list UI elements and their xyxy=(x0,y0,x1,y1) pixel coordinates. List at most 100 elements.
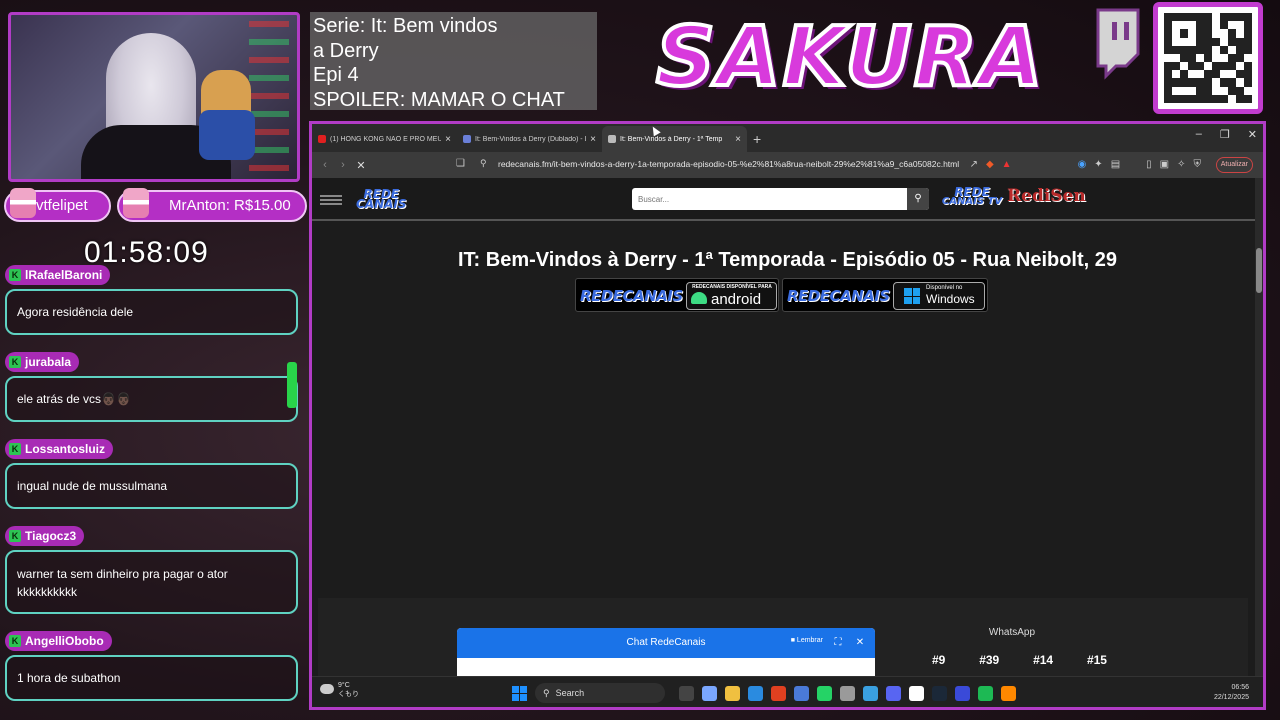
search-input[interactable] xyxy=(632,188,905,210)
wallet-icon[interactable]: ▣ xyxy=(1160,159,1169,170)
start-icon[interactable] xyxy=(512,685,527,701)
chat-username: K lRafaelBaroni xyxy=(5,265,111,285)
expand-icon[interactable]: ⛶ xyxy=(831,636,845,650)
taskbar-app-icon[interactable] xyxy=(725,685,740,701)
windows-icon xyxy=(904,288,920,304)
whatsapp-label[interactable]: WhatsApp xyxy=(932,627,1092,638)
chat-username: K AngelliObobo xyxy=(5,631,112,651)
chat-username: K Lossantosluiz xyxy=(5,439,114,459)
taskbar-app-icon[interactable] xyxy=(794,685,809,701)
banner-brand: REDECANAIS xyxy=(580,287,683,305)
taskbar-app-icon[interactable] xyxy=(771,685,786,701)
tab-bar: (1) HONG KONG NÃO É PRO MEU B × It: Bem-… xyxy=(312,124,1263,152)
taskbar-app-icon[interactable] xyxy=(863,685,878,701)
reader-icon[interactable]: ▤ xyxy=(1111,159,1120,170)
url-field[interactable]: redecanais.fm/it-bem-vindos-a-derry-1a-t… xyxy=(498,159,959,169)
logo-line: CANAIS xyxy=(356,197,407,211)
clock-time: 06:56 xyxy=(1231,684,1249,691)
taskbar-app-icon[interactable] xyxy=(679,685,694,701)
taskbar-app-icon[interactable] xyxy=(932,685,947,701)
system-clock[interactable]: 06:56 22/12/2025 xyxy=(1214,683,1249,703)
tab-title: It: Bem-Vindos à Derry (Dublado) - L xyxy=(475,135,587,143)
tab-active[interactable]: It: Bem-Vindos à Derry - 1ª Temp × xyxy=(602,126,747,152)
sidebar-icon[interactable]: ▯ xyxy=(1146,159,1152,170)
windows-app-banner[interactable]: REDECANAIS Disponível no Windows xyxy=(782,278,988,312)
scrollbar-thumb[interactable] xyxy=(1256,248,1262,293)
taskbar-app-icon[interactable] xyxy=(886,685,901,701)
cloud-icon xyxy=(320,684,334,694)
kick-badge-icon: K xyxy=(9,443,21,455)
extensions-icon[interactable]: ✦ xyxy=(1094,159,1102,170)
tab-dublado[interactable]: It: Bem-Vindos à Derry (Dublado) - L × xyxy=(457,126,602,152)
episode-number[interactable]: #9 xyxy=(932,653,945,667)
taskbar-app-icon[interactable] xyxy=(955,685,970,701)
episode-title: IT: Bem-Vindos à Derry - 1ª Temporada - … xyxy=(457,249,1118,271)
bookmark-icon[interactable]: ❑ xyxy=(456,158,465,169)
close-icon[interactable]: × xyxy=(735,134,741,145)
donor-name: vtfelipet xyxy=(36,197,88,214)
stop-loading-icon[interactable]: ✕ xyxy=(352,159,370,172)
episode-number[interactable]: #39 xyxy=(979,653,999,667)
minimize-button[interactable]: – xyxy=(1196,128,1202,141)
page-scrollbar[interactable] xyxy=(1255,178,1263,707)
close-icon[interactable]: × xyxy=(590,134,596,145)
close-icon[interactable]: × xyxy=(445,134,451,145)
new-tab-button[interactable]: + xyxy=(747,126,767,152)
chat-username-text: jurabala xyxy=(25,355,72,369)
episode-number[interactable]: #15 xyxy=(1087,653,1107,667)
windows-store-badge: Disponível no Windows xyxy=(893,282,985,310)
christmas-lights xyxy=(249,21,289,171)
donation-text: MrAnton: R$15.00 xyxy=(169,197,291,214)
forward-icon[interactable]: › xyxy=(334,159,352,171)
episode-list: #9 #39 #14 #15 xyxy=(932,653,1107,667)
remember-checkbox[interactable]: ■ Lembrar xyxy=(791,637,823,644)
share-icon[interactable]: ↗ xyxy=(970,159,978,170)
taskbar-app-icon[interactable] xyxy=(702,685,717,701)
donor-badge: vtfelipet xyxy=(4,188,111,222)
search-box: ⚲ xyxy=(632,188,929,210)
series-line: Epi 4 xyxy=(313,64,359,86)
android-store-badge: REDECANAIS DISPONÍVEL PARA android xyxy=(686,282,777,310)
chat-username-text: Tiagocz3 xyxy=(25,529,77,543)
taskbar-search[interactable]: ⚲ Search xyxy=(535,683,665,703)
site-header: REDE CANAIS ⚲ REDE CANAIS TV RediSen xyxy=(312,178,1263,221)
rewards-icon[interactable]: ▲ xyxy=(1002,159,1012,170)
leo-icon[interactable]: ✧ xyxy=(1177,159,1185,170)
menu-icon[interactable] xyxy=(320,195,342,205)
back-icon[interactable]: ‹ xyxy=(316,159,334,171)
search-icon[interactable]: ⚲ xyxy=(907,188,929,210)
episode-number[interactable]: #14 xyxy=(1033,653,1053,667)
taskbar-app-icon[interactable] xyxy=(1001,685,1016,701)
taskbar-app-icon[interactable] xyxy=(909,685,924,701)
window-controls: – ❐ ✕ xyxy=(1196,128,1257,141)
weather-temp: 9°C xyxy=(338,682,350,689)
taskbar-app-icon[interactable] xyxy=(978,685,993,701)
site-logo[interactable]: REDE CANAIS xyxy=(356,188,407,211)
webcam-feed xyxy=(8,12,300,182)
taskbar-app-icon[interactable] xyxy=(817,685,832,701)
kick-badge-icon: K xyxy=(9,530,21,542)
rede-canais-tv-logo[interactable]: REDE CANAIS TV RediSen xyxy=(939,186,1086,212)
brave-shield-icon[interactable]: ◆ xyxy=(986,159,994,170)
android-app-banner[interactable]: REDECANAIS REDECANAIS DISPONÍVEL PARA an… xyxy=(575,278,779,312)
chat-widget: Chat RedeCanais ■ Lembrar ⛶ ✕ xyxy=(457,628,875,680)
chat-username-text: lRafaelBaroni xyxy=(25,268,103,282)
update-button[interactable]: Atualizar xyxy=(1215,157,1253,173)
audio-icon[interactable]: ◉ xyxy=(1078,159,1087,170)
vpn-icon[interactable]: ⛨ xyxy=(1194,159,1202,170)
kick-badge-icon: K xyxy=(9,635,21,647)
windows-taskbar: 9°C くもり ⚲ Search 06:56 22/12/2025 xyxy=(312,676,1263,707)
chat-username-text: Lossantosluiz xyxy=(25,442,106,456)
redisen-logo: RediSen xyxy=(1007,186,1086,206)
restore-button[interactable]: ❐ xyxy=(1220,128,1230,141)
store-name: android xyxy=(711,291,762,308)
close-icon[interactable]: ✕ xyxy=(853,636,867,650)
chat-username-text: AngelliObobo xyxy=(25,634,104,648)
taskbar-app-icon[interactable] xyxy=(840,685,855,701)
tab-youtube[interactable]: (1) HONG KONG NÃO É PRO MEU B × xyxy=(312,126,457,152)
close-window-button[interactable]: ✕ xyxy=(1248,128,1257,141)
taskbar-app-icon[interactable] xyxy=(748,685,763,701)
chat-message-body: ele atrás de vcs👨🏿👨🏿 xyxy=(5,376,298,422)
weather-widget[interactable]: 9°C くもり xyxy=(320,681,359,699)
site-info-icon[interactable]: ⚲ xyxy=(480,158,487,169)
